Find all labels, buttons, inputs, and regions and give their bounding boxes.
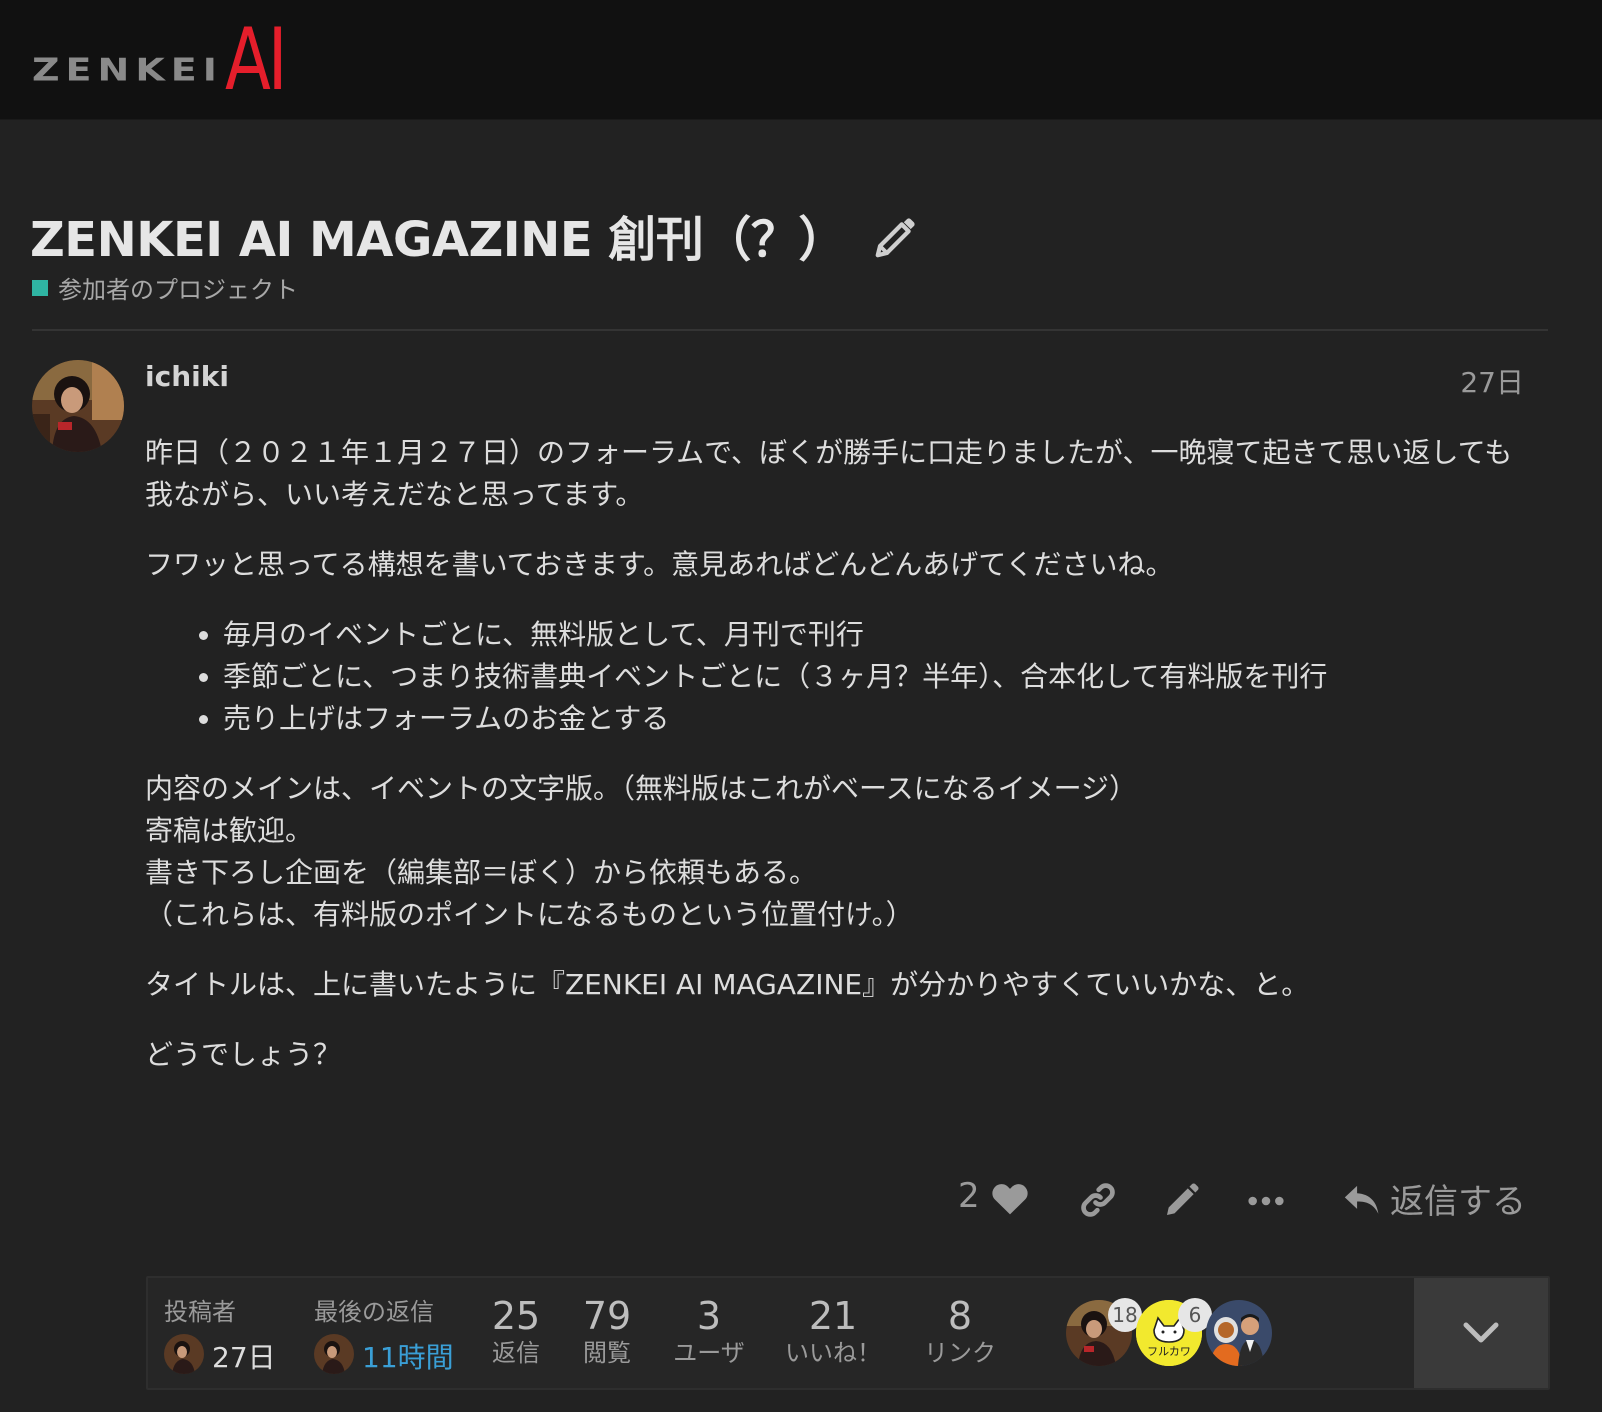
pencil-icon[interactable] xyxy=(1162,1180,1202,1220)
created-block[interactable]: 投稿者 27日 xyxy=(164,1278,294,1388)
cat-avatar-text: フルカワ xyxy=(1147,1345,1191,1358)
stat-label: リンク xyxy=(924,1339,996,1367)
stat-number: 25 xyxy=(491,1294,541,1338)
stat-number: 21 xyxy=(808,1294,858,1338)
chevron-down-icon xyxy=(1463,1322,1499,1343)
content-line: 寄稿は歓迎。 xyxy=(145,814,314,847)
reply-label: 返信する xyxy=(1390,1182,1526,1222)
last-reply-label: 最後の返信 xyxy=(314,1298,434,1326)
more-icon[interactable] xyxy=(1246,1186,1286,1216)
post-paragraph: どうでしょう？ xyxy=(145,1038,342,1071)
avatar xyxy=(314,1334,354,1374)
list-item: 季節ごとに、つまり技術書典イベントごとに（３ヶ月？半年）、合本化して有料版を刊行 xyxy=(223,656,1535,698)
last-reply-time: 11時間 xyxy=(362,1341,454,1374)
content-line: （これらは、有料版のポイントになるものという位置付け。） xyxy=(145,898,914,931)
topic-title[interactable]: ZENKEI AI MAGAZINE 創刊（？） xyxy=(30,200,846,270)
post-username[interactable]: ichiki xyxy=(145,360,229,393)
pencil-icon[interactable] xyxy=(872,215,918,261)
stat-label: 返信 xyxy=(492,1339,540,1367)
post-date[interactable]: 27日 xyxy=(1460,361,1524,401)
stat-likes: 21 いいね！ xyxy=(778,1294,888,1368)
stat-number: 79 xyxy=(582,1294,632,1338)
stat-replies: 25 返信 xyxy=(486,1294,546,1368)
avatar xyxy=(164,1334,204,1374)
post-bullet-list: 毎月のイベントごとに、無料版として、月刊で刊行 季節ごとに、つまり技術書典イベン… xyxy=(145,614,1535,740)
post-paragraph: 昨日（２０２１年１月２７日）のフォーラムで、ぼくが勝手に口走りましたが、一晩寝て… xyxy=(145,436,1513,511)
logo-word: ZENKEI xyxy=(32,51,223,88)
post-paragraph: 内容のメインは、イベントの文字版。（無料版はこれがベースになるイメージ） 寄稿は… xyxy=(145,768,1535,936)
created-label: 投稿者 xyxy=(164,1298,236,1326)
category-label: 参加者のプロジェクト xyxy=(58,276,298,304)
stat-label: いいね！ xyxy=(785,1339,881,1367)
created-time: 27日 xyxy=(212,1341,276,1374)
category-swatch xyxy=(32,279,48,296)
heart-icon[interactable] xyxy=(990,1180,1030,1216)
like-count[interactable]: 2 xyxy=(958,1176,980,1216)
category-badge[interactable]: 参加者のプロジェクト xyxy=(32,270,298,305)
reply-icon xyxy=(1344,1185,1379,1214)
link-icon[interactable] xyxy=(1078,1180,1118,1220)
stat-number: 8 xyxy=(947,1294,973,1338)
content-line: 内容のメインは、イベントの文字版。（無料版はこれがベースになるイメージ） xyxy=(145,772,1138,805)
site-header: ZENKEI AI xyxy=(0,0,1602,120)
expand-topic-map-button[interactable] xyxy=(1414,1278,1548,1388)
content-line: 書き下ろし企画を（編集部＝ぼく）から依頼もある。 xyxy=(145,856,818,889)
post-paragraph: タイトルは、上に書いたように『ZENKEI AI MAGAZINE』が分かりやす… xyxy=(145,968,1310,1001)
stat-number: 3 xyxy=(696,1294,722,1338)
divider xyxy=(32,329,1548,331)
reply-button[interactable]: 返信する xyxy=(1342,1174,1526,1223)
post-body: 昨日（２０２１年１月２７日）のフォーラムで、ぼくが勝手に口走りましたが、一晩寝て… xyxy=(145,432,1535,1104)
last-reply-block[interactable]: 最後の返信 11時間 xyxy=(314,1278,484,1388)
site-logo[interactable]: ZENKEI AI xyxy=(32,10,301,110)
stat-label: ユーザ xyxy=(673,1339,745,1367)
avatar[interactable] xyxy=(32,360,124,452)
stat-users: 3 ユーザ xyxy=(664,1294,754,1368)
stat-label: 閲覧 xyxy=(583,1339,631,1367)
stat-views: 79 閲覧 xyxy=(574,1294,640,1368)
post-paragraph: フワッと思ってる構想を書いておきます。意見あればどんどんあげてくださいね。 xyxy=(145,548,1174,581)
avatar[interactable] xyxy=(1206,1300,1272,1366)
topic-title-row: ZENKEI AI MAGAZINE 創刊（？） xyxy=(30,200,918,270)
list-item: 毎月のイベントごとに、無料版として、月刊で刊行 xyxy=(223,614,1535,656)
list-item: 売り上げはフォーラムのお金とする xyxy=(223,698,1535,740)
logo-ai: AI xyxy=(224,10,288,110)
stat-links: 8 リンク xyxy=(920,1294,1000,1368)
topic-map: 投稿者 27日 最後の返信 11時間 25 返信 79 閲覧 3 ユーザ 21 … xyxy=(146,1276,1550,1390)
